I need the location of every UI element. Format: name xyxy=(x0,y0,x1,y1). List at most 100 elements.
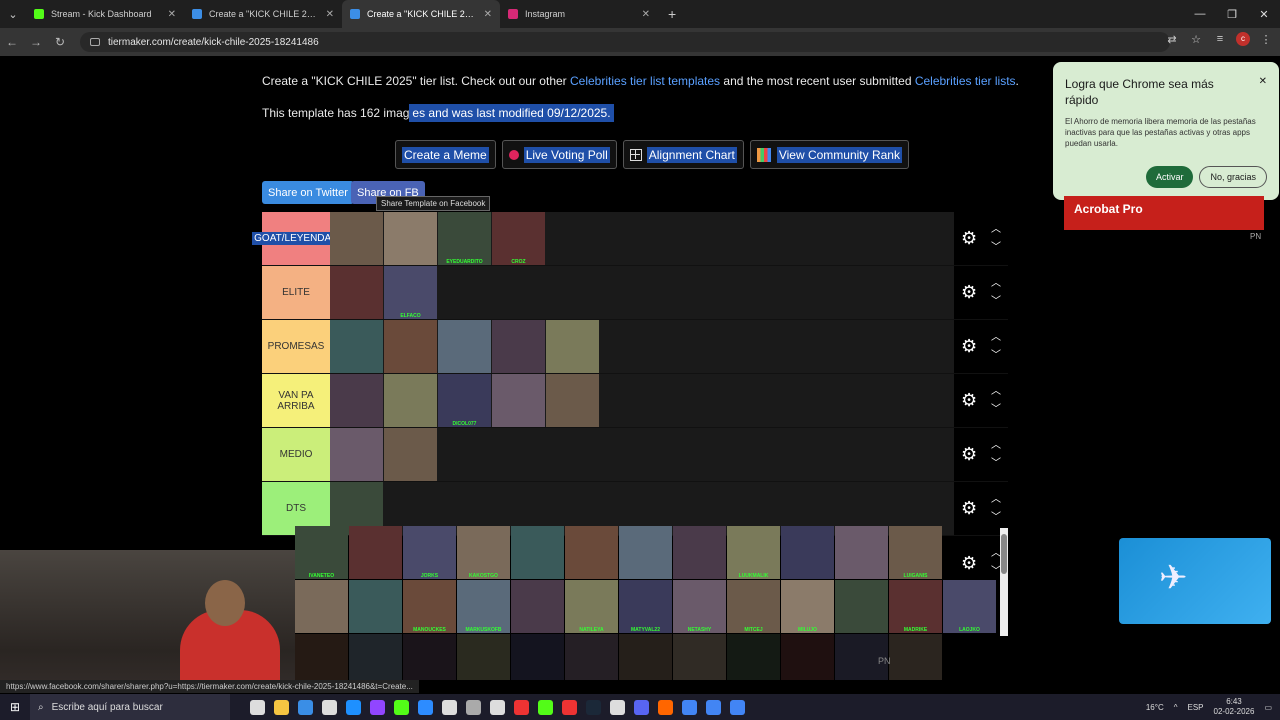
streamer-image[interactable] xyxy=(889,634,942,680)
url-input[interactable]: tiermaker.com/create/kick-chile-2025-182… xyxy=(80,32,1170,52)
streamer-image[interactable] xyxy=(403,634,456,680)
streamer-image[interactable] xyxy=(349,580,402,633)
taskbar-app-icon[interactable] xyxy=(394,699,409,715)
chevron-down-icon[interactable]: ﹀ xyxy=(991,239,1001,257)
media-icon[interactable]: ≡ xyxy=(1212,33,1228,45)
notification-icon[interactable]: ▭ xyxy=(1264,703,1272,712)
close-icon[interactable]: ✕ xyxy=(1259,76,1267,87)
streamer-image[interactable]: NATILEYA xyxy=(565,580,618,633)
streamer-image[interactable]: CROZ xyxy=(492,212,545,265)
streamer-image[interactable]: NETASHY xyxy=(673,580,726,633)
chevron-up-icon[interactable]: ︿ xyxy=(991,275,1001,293)
streamer-image[interactable]: ELFACO xyxy=(384,266,437,319)
pool-scrollbar[interactable] xyxy=(1000,528,1008,636)
taskbar-app-icon[interactable] xyxy=(562,699,577,715)
community-rank-button[interactable]: View Community Rank xyxy=(749,140,909,169)
streamer-image[interactable] xyxy=(438,320,491,373)
streamer-image[interactable] xyxy=(384,320,437,373)
language-indicator[interactable]: ESP xyxy=(1188,703,1204,712)
tier-items[interactable]: ELFACO xyxy=(330,266,954,319)
streamer-image[interactable]: LUUKMALIK xyxy=(727,526,780,579)
taskbar-search-input[interactable]: ⌕ Escribe aquí para buscar xyxy=(30,694,230,720)
alignment-chart-button[interactable]: Alignment Chart xyxy=(622,140,744,169)
minimize-icon[interactable]: — xyxy=(1184,8,1216,20)
gear-icon[interactable]: ⚙ xyxy=(961,282,977,303)
profile-avatar[interactable]: c xyxy=(1236,32,1250,46)
tier-label[interactable]: VAN PA ARRIBA xyxy=(262,374,330,427)
gear-icon[interactable]: ⚙ xyxy=(961,498,977,519)
browser-tab[interactable]: Instagram ✕ xyxy=(500,0,658,28)
chevron-down-icon[interactable]: ﹀ xyxy=(991,347,1001,365)
streamer-image[interactable] xyxy=(565,634,618,680)
streamer-image[interactable]: MILUJO xyxy=(781,580,834,633)
taskbar-app-icon[interactable] xyxy=(466,699,481,715)
tier-label[interactable]: MEDIO xyxy=(262,428,330,481)
translate-icon[interactable]: ⇄ xyxy=(1164,33,1180,46)
taskbar-app-icon[interactable] xyxy=(442,699,457,715)
streamer-image[interactable]: MANOUCKES xyxy=(403,580,456,633)
site-info-icon[interactable] xyxy=(90,38,100,46)
taskbar-app-icon[interactable] xyxy=(610,699,625,715)
streamer-image[interactable]: DICOL077 xyxy=(438,374,491,427)
decline-button[interactable]: No, gracias xyxy=(1199,166,1267,188)
gear-icon[interactable]: ⚙ xyxy=(961,553,977,574)
streamer-image[interactable] xyxy=(457,634,510,680)
streamer-image[interactable] xyxy=(727,634,780,680)
streamer-image[interactable] xyxy=(330,320,383,373)
streamer-image[interactable] xyxy=(330,212,383,265)
taskbar-app-icon[interactable] xyxy=(418,699,433,715)
share-twitter-button[interactable]: Share on Twitter xyxy=(262,181,354,204)
taskbar-app-icon[interactable] xyxy=(322,699,337,715)
streamer-image[interactable] xyxy=(511,526,564,579)
taskbar-app-icon[interactable] xyxy=(730,699,745,715)
templates-link[interactable]: Celebrities tier list templates xyxy=(570,74,720,88)
streamer-image[interactable] xyxy=(781,526,834,579)
restore-icon[interactable]: ❐ xyxy=(1216,8,1248,21)
streamer-image[interactable] xyxy=(349,526,402,579)
streamer-image[interactable]: MADRIKE xyxy=(889,580,942,633)
gear-icon[interactable]: ⚙ xyxy=(961,228,977,249)
streamer-image[interactable] xyxy=(546,320,599,373)
clock[interactable]: 6:43 02-02-2026 xyxy=(1214,697,1255,717)
taskbar-app-icon[interactable] xyxy=(514,699,529,715)
back-icon[interactable]: ← xyxy=(0,35,24,49)
streamer-image[interactable] xyxy=(330,266,383,319)
tab-close-icon[interactable]: ✕ xyxy=(326,9,334,20)
taskbar-app-icon[interactable] xyxy=(370,699,385,715)
streamer-image[interactable]: EYEDUARDITO xyxy=(438,212,491,265)
streamer-image[interactable]: MATYVAL22 xyxy=(619,580,672,633)
taskbar-app-icon[interactable] xyxy=(682,699,697,715)
windows-start-icon[interactable]: ⊞ xyxy=(0,700,30,714)
streamer-image[interactable] xyxy=(565,526,618,579)
taskbar-app-icon[interactable] xyxy=(490,699,505,715)
tab-close-icon[interactable]: ✕ xyxy=(642,9,650,20)
reload-icon[interactable]: ↻ xyxy=(48,35,72,49)
browser-tab[interactable]: Create a "KICK CHILE 2025" Tie ✕ xyxy=(184,0,342,28)
gear-icon[interactable]: ⚙ xyxy=(961,444,977,465)
tab-close-icon[interactable]: ✕ xyxy=(484,9,492,20)
chevron-down-icon[interactable]: ﹀ xyxy=(991,455,1001,473)
streamer-image[interactable] xyxy=(295,634,348,680)
chevron-up-icon[interactable]: ︿ xyxy=(991,491,1001,509)
streamer-image[interactable] xyxy=(619,634,672,680)
tier-label[interactable]: GOAT/LEYENDAS xyxy=(252,212,340,265)
chevron-down-icon[interactable]: ﹀ xyxy=(991,509,1001,527)
streamer-image[interactable] xyxy=(492,320,545,373)
streamer-image[interactable]: IVANETEO xyxy=(295,526,348,579)
chevron-up-icon[interactable]: ︿ xyxy=(991,221,1001,239)
new-tab-button[interactable]: + xyxy=(658,6,686,22)
streamer-image[interactable] xyxy=(384,428,437,481)
browser-tab[interactable]: Stream - Kick Dashboard ✕ xyxy=(26,0,184,28)
chevron-down-icon[interactable]: ﹀ xyxy=(991,293,1001,311)
create-meme-button[interactable]: Create a Meme xyxy=(395,140,496,169)
browser-tab[interactable]: Create a "KICK CHILE 2025" Tie ✕ xyxy=(342,0,500,28)
forward-icon[interactable]: → xyxy=(24,35,48,49)
chevron-up-icon[interactable]: ︿ xyxy=(991,329,1001,347)
tier-items[interactable] xyxy=(330,320,954,373)
tier-items[interactable]: EYEDUARDITO CROZ xyxy=(330,212,954,265)
streamer-image[interactable] xyxy=(781,634,834,680)
gear-icon[interactable]: ⚙ xyxy=(961,336,977,357)
menu-icon[interactable]: ⋮ xyxy=(1258,33,1274,46)
taskbar-app-icon[interactable] xyxy=(586,699,601,715)
taskbar-app-icon[interactable] xyxy=(346,699,361,715)
